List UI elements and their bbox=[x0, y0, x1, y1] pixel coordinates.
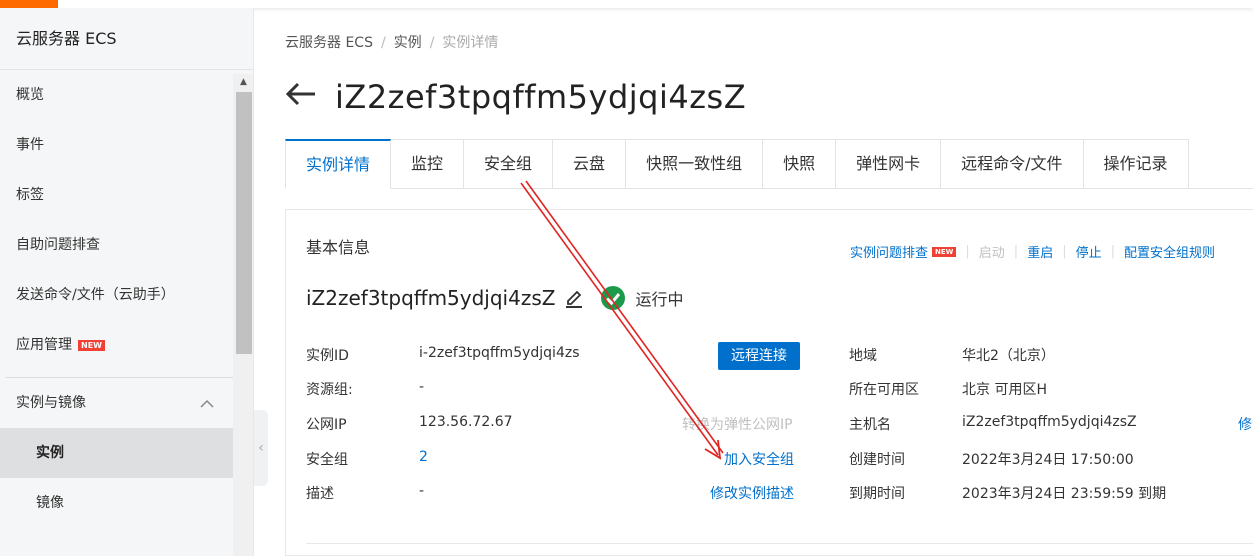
stop-button[interactable]: 停止 bbox=[1076, 242, 1102, 261]
section-divider bbox=[306, 543, 1253, 544]
restart-button[interactable]: 重启 bbox=[1027, 242, 1053, 261]
description-label: 描述 bbox=[306, 486, 334, 502]
scrollbar-thumb[interactable] bbox=[236, 92, 252, 354]
action-divider: | bbox=[1110, 244, 1115, 259]
action-divider: | bbox=[1062, 244, 1067, 259]
edit-description-link[interactable]: 修改实例描述 bbox=[710, 483, 794, 503]
description-value: - bbox=[419, 483, 425, 499]
scroll-up-arrow-icon[interactable]: ▲ bbox=[233, 74, 253, 90]
sidebar-item-troubleshooting[interactable]: 自助问题排查 bbox=[0, 220, 233, 270]
page-title: iZ2zef3tpqffm5ydjqi4zsZ bbox=[335, 78, 747, 116]
breadcrumb-separator: / bbox=[429, 35, 435, 51]
sidebar-item-overview[interactable]: 概览 bbox=[0, 70, 233, 120]
expire-time-value: 2023年3月24日 23:59:59 到期 bbox=[962, 486, 1167, 502]
instance-actions: 实例问题排查 NEW | 启动 | 重启 | 停止 | 配置安全组规则 bbox=[850, 242, 1215, 261]
region-value: 华北2（北京） bbox=[962, 348, 1055, 364]
breadcrumb-item-instances[interactable]: 实例 bbox=[394, 35, 422, 51]
sidebar-group-label: 实例与镜像 bbox=[16, 395, 86, 411]
breadcrumb-item-current: 实例详情 bbox=[442, 35, 499, 51]
sidebar-item-app-management[interactable]: 应用管理 NEW bbox=[0, 320, 233, 370]
sidebar-item-send-command[interactable]: 发送命令/文件（云助手） bbox=[0, 270, 233, 320]
sidebar-group-instances-images[interactable]: 实例与镜像 bbox=[0, 378, 233, 428]
troubleshoot-link[interactable]: 实例问题排查 bbox=[850, 242, 928, 261]
new-badge: NEW bbox=[78, 339, 105, 351]
zone-label: 所在可用区 bbox=[849, 382, 919, 398]
hostname-label: 主机名 bbox=[849, 417, 891, 433]
breadcrumb-item-ecs[interactable]: 云服务器 ECS bbox=[285, 35, 373, 51]
tab-snapshots[interactable]: 快照 bbox=[763, 139, 837, 189]
tab-security-groups[interactable]: 安全组 bbox=[464, 139, 554, 189]
tab-disks[interactable]: 云盘 bbox=[553, 139, 627, 189]
convert-eip-link[interactable]: 转换为弹性公网IP bbox=[682, 414, 793, 434]
brand-accent-bar bbox=[0, 0, 58, 8]
resource-group-label: 资源组: bbox=[306, 382, 353, 398]
chevron-left-icon: ‹ bbox=[258, 440, 264, 456]
new-badge: NEW bbox=[932, 246, 957, 257]
tab-bar: 实例详情 监控 安全组 云盘 快照一致性组 快照 弹性网卡 远程命令/文件 操作… bbox=[285, 139, 1253, 189]
region-label: 地域 bbox=[849, 348, 877, 364]
basic-info-panel: 基本信息 实例问题排查 NEW | 启动 | 重启 | 停止 | 配置安全组规则 … bbox=[285, 209, 1253, 556]
top-bar bbox=[58, 0, 1253, 8]
zone-value: 北京 可用区H bbox=[962, 382, 1047, 398]
sidebar-title[interactable]: 云服务器 ECS bbox=[0, 8, 253, 70]
instance-name: iZ2zef3tpqffm5ydjqi4zsZ bbox=[306, 286, 556, 310]
security-group-count-link[interactable]: 2 bbox=[419, 449, 428, 465]
security-group-label: 安全组 bbox=[306, 452, 348, 468]
resource-group-value: - bbox=[419, 379, 425, 395]
edit-pencil-icon[interactable] bbox=[565, 288, 583, 308]
instance-id-label: 实例ID bbox=[306, 348, 349, 364]
breadcrumb: 云服务器 ECS / 实例 / 实例详情 bbox=[285, 32, 498, 52]
page-header: iZ2zef3tpqffm5ydjqi4zsZ bbox=[285, 74, 746, 120]
public-ip-value: 123.56.72.67 bbox=[419, 414, 513, 430]
tab-instance-details[interactable]: 实例详情 bbox=[285, 139, 392, 189]
instance-id-value: i-2zef3tpqffm5ydjqi4zs bbox=[419, 345, 580, 361]
tab-monitoring[interactable]: 监控 bbox=[391, 139, 465, 189]
start-button[interactable]: 启动 bbox=[979, 242, 1005, 261]
back-arrow-icon[interactable] bbox=[285, 74, 317, 120]
join-security-group-link[interactable]: 加入安全组 bbox=[724, 449, 794, 469]
sidebar-collapse-button[interactable]: ‹ bbox=[254, 410, 268, 486]
public-ip-label: 公网IP bbox=[306, 417, 347, 433]
expire-time-label: 到期时间 bbox=[849, 486, 905, 502]
action-divider: | bbox=[1013, 244, 1019, 259]
sidebar-item-events[interactable]: 事件 bbox=[0, 120, 233, 170]
hostname-edit-link[interactable]: 修 bbox=[1238, 414, 1252, 434]
created-time-label: 创建时间 bbox=[849, 452, 905, 468]
section-title: 基本信息 bbox=[306, 238, 371, 257]
status-badge: 运行中 bbox=[635, 290, 684, 309]
sidebar-item-tags[interactable]: 标签 bbox=[0, 170, 233, 220]
instance-name-row: iZ2zef3tpqffm5ydjqi4zsZ 运行中 bbox=[306, 286, 683, 310]
tab-operation-logs[interactable]: 操作记录 bbox=[1083, 139, 1189, 189]
tab-snapshot-consistency-groups[interactable]: 快照一致性组 bbox=[626, 139, 764, 189]
tab-enis[interactable]: 弹性网卡 bbox=[836, 139, 942, 189]
chevron-up-icon bbox=[199, 378, 215, 449]
sidebar-item-images[interactable]: 镜像 bbox=[0, 478, 233, 528]
sidebar-item-label: 应用管理 bbox=[16, 337, 72, 353]
check-circle-icon bbox=[601, 286, 626, 310]
tab-remote-commands[interactable]: 远程命令/文件 bbox=[941, 139, 1084, 189]
sidebar: 云服务器 ECS 概览 事件 标签 自助问题排查 发送命令/文件（云助手） 应用… bbox=[0, 8, 254, 556]
hostname-value: iZ2zef3tpqffm5ydjqi4zsZ bbox=[962, 414, 1137, 430]
remote-connect-button[interactable]: 远程连接 bbox=[718, 342, 800, 370]
action-divider: | bbox=[965, 244, 970, 259]
sidebar-scrollbar[interactable]: ▲ bbox=[233, 74, 253, 556]
configure-sg-rules-link[interactable]: 配置安全组规则 bbox=[1124, 242, 1215, 261]
breadcrumb-separator: / bbox=[380, 35, 386, 51]
created-time-value: 2022年3月24日 17:50:00 bbox=[962, 452, 1134, 468]
